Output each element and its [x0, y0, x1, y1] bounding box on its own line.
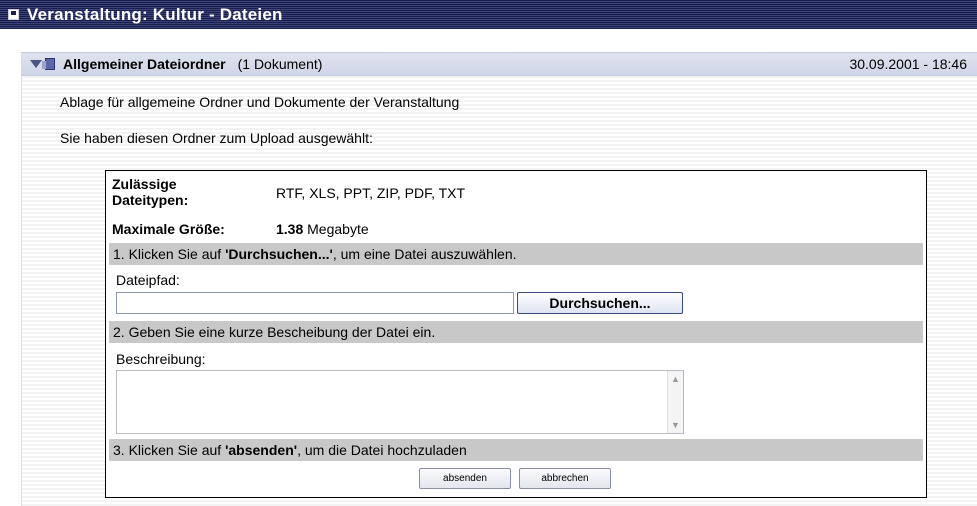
cancel-button[interactable]: abbrechen: [519, 468, 611, 489]
upload-notice: Sie haben diesen Ordner zum Upload ausge…: [60, 130, 373, 146]
max-size-unit: Megabyte: [307, 221, 369, 237]
step-3-prefix: 3. Klicken Sie auf: [113, 442, 226, 458]
step-3-bold: 'absenden': [225, 442, 298, 458]
allowed-types-value: RTF, XLS, PPT, ZIP, PDF, TXT: [276, 185, 466, 201]
folder-icon: [42, 58, 55, 70]
step-1-suffix: , um eine Datei auszuwählen.: [332, 246, 517, 262]
folder-description: Ablage für allgemeine Ordner und Dokumen…: [60, 94, 460, 110]
folder-header[interactable]: Allgemeiner Dateiordner (1 Dokument) 30.…: [21, 52, 977, 76]
max-size-number: 1.38: [276, 221, 304, 237]
folder-title[interactable]: Allgemeiner Dateiordner: [63, 56, 226, 72]
scroll-down-arrow-icon[interactable]: ▼: [671, 420, 680, 430]
scroll-up-arrow-icon[interactable]: ▲: [671, 374, 680, 384]
step-2-bar: 2. Geben Sie eine kurze Bescheibung der …: [109, 321, 923, 343]
browse-button[interactable]: Durchsuchen...: [517, 292, 683, 314]
step-1-bar: 1. Klicken Sie auf 'Durchsuchen...', um …: [109, 243, 923, 265]
description-label: Beschreibung:: [116, 351, 206, 367]
allowed-types-label-line2: Dateitypen:: [112, 192, 189, 208]
step-1-bold: 'Durchsuchen...': [225, 246, 333, 262]
folder-date: 30.09.2001 - 18:46: [849, 56, 967, 72]
max-size-value: 1.38 Megabyte: [276, 221, 369, 237]
step-3-bar: 3. Klicken Sie auf 'absenden', um die Da…: [109, 439, 923, 461]
upload-panel: Zulässige Dateitypen: RTF, XLS, PPT, ZIP…: [105, 170, 927, 498]
file-path-input[interactable]: [116, 292, 514, 314]
description-scrollbar[interactable]: ▲ ▼: [667, 371, 683, 433]
step-1-prefix: 1. Klicken Sie auf: [113, 246, 226, 262]
max-size-label: Maximale Größe:: [112, 221, 225, 237]
description-textarea[interactable]: ▲ ▼: [116, 370, 684, 434]
window-titlebar: Veranstaltung: Kultur - Dateien: [0, 0, 977, 29]
step-3-suffix: , um die Datei hochzuladen: [297, 442, 467, 458]
file-path-label: Dateipfad:: [116, 272, 180, 288]
folder-document-count: (1 Dokument): [237, 56, 323, 72]
allowed-types-label: Zulässige Dateitypen:: [112, 176, 188, 208]
window-icon[interactable]: [8, 9, 19, 20]
allowed-types-label-line1: Zulässige: [112, 176, 177, 192]
submit-button[interactable]: absenden: [419, 468, 511, 489]
collapse-triangle-icon[interactable]: [30, 60, 42, 68]
window-title: Veranstaltung: Kultur - Dateien: [27, 4, 283, 24]
